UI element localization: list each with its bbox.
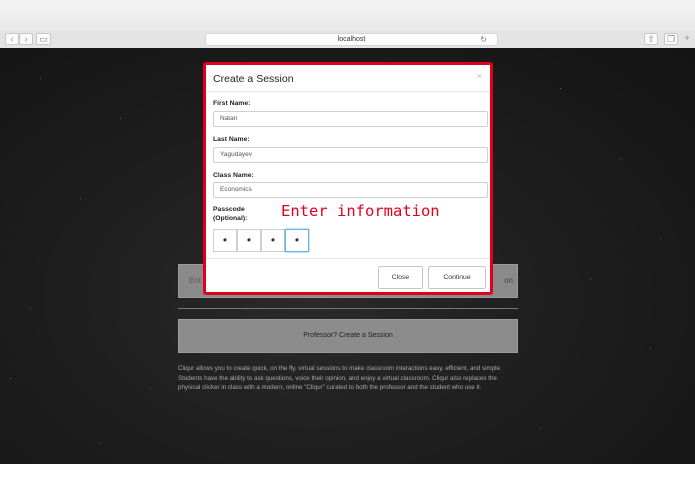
professor-button-label: Professor? Create a Session bbox=[303, 332, 393, 339]
sidebar-icon[interactable]: ▭ bbox=[36, 33, 51, 45]
annotation-text: Enter information bbox=[281, 202, 440, 220]
last-name-field[interactable]: Yagudayev bbox=[213, 147, 488, 163]
enter-button-label-prefix: Ent bbox=[189, 276, 202, 285]
create-session-modal: Create a Session × First Name: Natan Las… bbox=[203, 62, 493, 295]
address-bar[interactable]: localhost ↻ bbox=[205, 33, 498, 46]
modal-footer-divider bbox=[206, 258, 490, 259]
modal-title: Create a Session bbox=[213, 73, 294, 85]
professor-create-session-button[interactable]: Professor? Create a Session bbox=[178, 319, 518, 353]
last-name-label: Last Name: bbox=[213, 136, 250, 143]
divider bbox=[178, 308, 518, 309]
share-icon[interactable]: ⇧ bbox=[644, 33, 658, 45]
passcode-digit-2[interactable]: • bbox=[237, 229, 261, 252]
close-icon[interactable]: × bbox=[477, 71, 482, 81]
continue-button[interactable]: Continue bbox=[428, 266, 486, 289]
plus-icon[interactable]: + bbox=[681, 33, 693, 45]
passcode-digit-1[interactable]: • bbox=[213, 229, 237, 252]
last-name-value: Yagudayev bbox=[220, 151, 253, 158]
passcode-label: Passcode (Optional): bbox=[213, 206, 248, 222]
passcode-digit-3[interactable]: • bbox=[261, 229, 285, 252]
chevron-right-icon[interactable]: › bbox=[19, 33, 33, 45]
first-name-value: Natan bbox=[220, 115, 238, 122]
url-text: localhost bbox=[337, 36, 366, 43]
tabs-icon[interactable]: ❐ bbox=[664, 33, 678, 45]
class-name-label: Class Name: bbox=[213, 172, 254, 179]
modal-header-divider bbox=[206, 91, 490, 92]
class-name-field[interactable]: Economics bbox=[213, 182, 488, 198]
app-description: Cliqur allows you to create quick, on th… bbox=[178, 365, 502, 392]
first-name-field[interactable]: Natan bbox=[213, 111, 488, 127]
reload-icon[interactable]: ↻ bbox=[480, 34, 487, 46]
class-name-value: Economics bbox=[220, 186, 252, 193]
enter-button-label-suffix: on bbox=[504, 276, 513, 285]
chevron-left-icon[interactable]: ‹ bbox=[5, 33, 19, 45]
first-name-label: First Name: bbox=[213, 100, 251, 107]
passcode-digit-4[interactable]: • bbox=[285, 229, 309, 252]
page-bottom bbox=[0, 464, 695, 494]
close-button[interactable]: Close bbox=[378, 266, 423, 289]
